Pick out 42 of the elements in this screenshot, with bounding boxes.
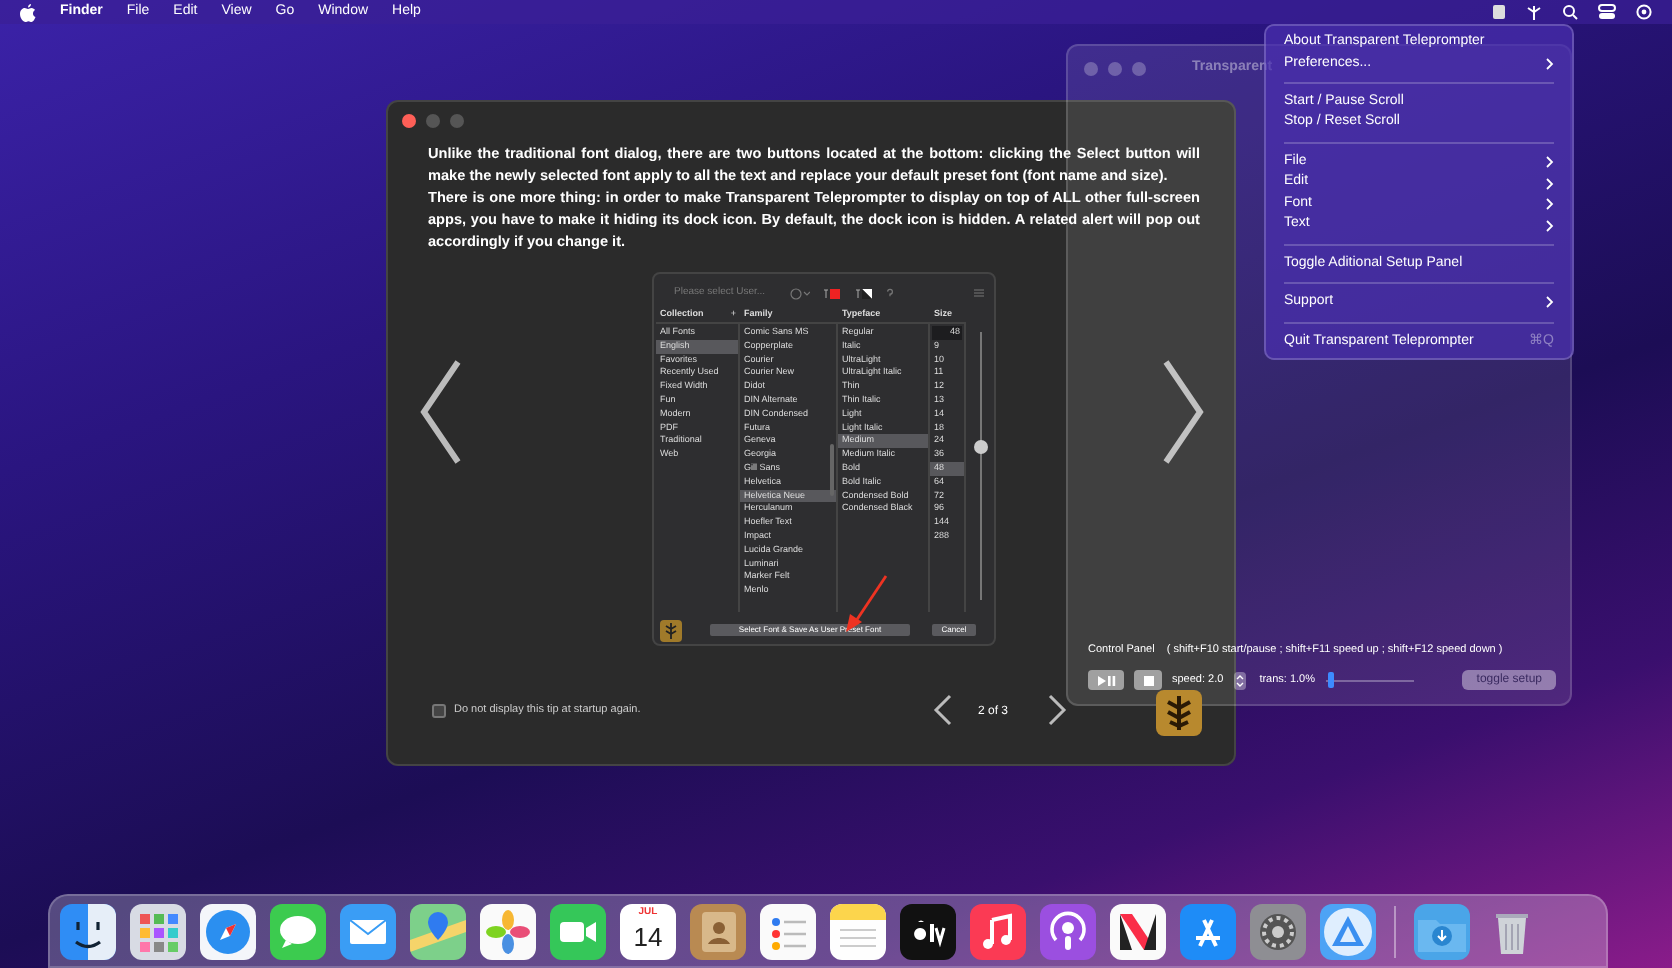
previous-chevron[interactable] bbox=[416, 358, 464, 466]
video-camera-icon[interactable] bbox=[550, 903, 606, 959]
app-store-icon[interactable] bbox=[1180, 903, 1236, 959]
speech-bubble-icon[interactable] bbox=[270, 903, 326, 959]
search-icon[interactable] bbox=[1562, 4, 1578, 20]
microphone-icon[interactable] bbox=[1040, 903, 1096, 959]
app-icon bbox=[1156, 690, 1202, 736]
action-menu-icon[interactable] bbox=[790, 287, 810, 299]
newspaper-icon[interactable] bbox=[1110, 903, 1166, 959]
siri-icon[interactable] bbox=[1636, 4, 1652, 20]
slider-thumb[interactable] bbox=[974, 440, 988, 454]
app-icon bbox=[660, 619, 682, 641]
grid-icon[interactable] bbox=[130, 903, 186, 959]
music-note-icon[interactable] bbox=[970, 903, 1026, 959]
antenna-icon[interactable] bbox=[1526, 4, 1542, 20]
close-button[interactable] bbox=[402, 114, 416, 128]
triangle-icon[interactable] bbox=[1320, 903, 1376, 959]
play-pause-icon bbox=[1097, 675, 1115, 685]
envelope-icon[interactable] bbox=[340, 903, 396, 959]
list-icon[interactable] bbox=[760, 903, 816, 959]
contact-card-icon[interactable] bbox=[690, 903, 746, 959]
control-center-icon[interactable] bbox=[1598, 4, 1616, 20]
next-chevron[interactable] bbox=[1160, 358, 1208, 466]
map-icon[interactable] bbox=[410, 903, 466, 959]
face-icon[interactable] bbox=[60, 903, 116, 959]
gear-icon[interactable] bbox=[1250, 903, 1306, 959]
text-color-icon[interactable] bbox=[822, 287, 842, 299]
tv-icon[interactable] bbox=[900, 903, 956, 959]
transparency-slider[interactable] bbox=[1325, 672, 1414, 688]
compass-icon[interactable] bbox=[200, 903, 256, 959]
notepad-icon[interactable] bbox=[830, 903, 886, 959]
scrollbar-thumb[interactable] bbox=[830, 444, 834, 496]
background-color-icon[interactable] bbox=[854, 287, 874, 299]
stop-icon bbox=[1143, 675, 1153, 685]
flower-icon[interactable] bbox=[480, 903, 536, 959]
download-folder-icon[interactable] bbox=[1414, 903, 1470, 959]
apple-icon[interactable] bbox=[20, 3, 36, 21]
checkbox[interactable] bbox=[432, 703, 446, 718]
status-icon[interactable] bbox=[1492, 4, 1506, 20]
annotation-arrow bbox=[842, 574, 890, 634]
slider-thumb[interactable] bbox=[1328, 672, 1335, 688]
help-icon[interactable] bbox=[886, 287, 894, 299]
